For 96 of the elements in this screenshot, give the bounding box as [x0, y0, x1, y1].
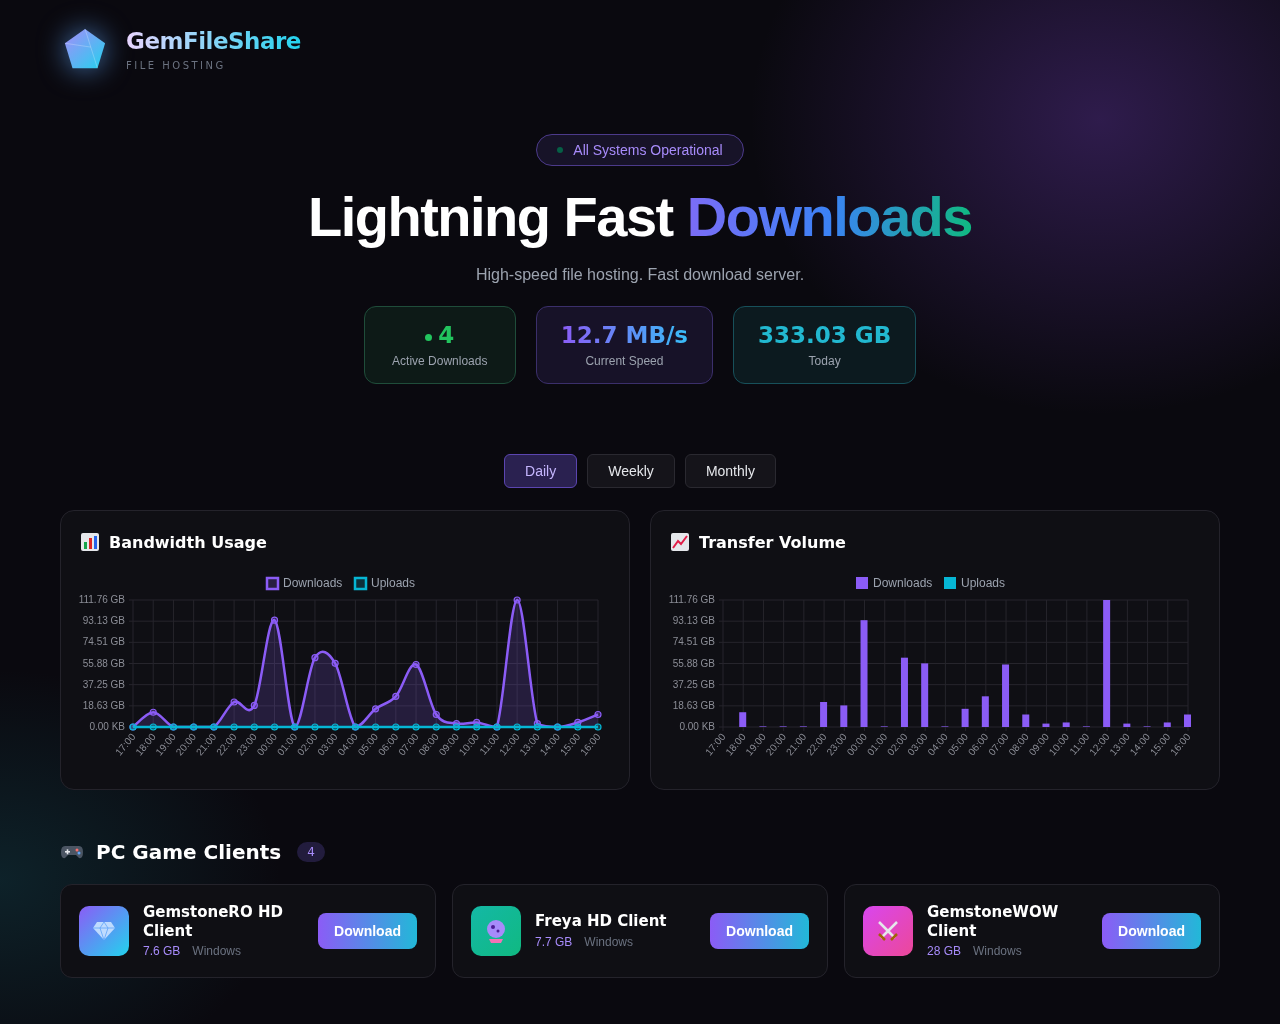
point [574, 722, 582, 731]
point [372, 722, 380, 731]
stat-value: 333.03 GB [758, 321, 892, 348]
point [230, 697, 238, 706]
stat-label: Today [808, 353, 841, 368]
client-name: GemstoneRO HD Client [143, 902, 284, 941]
point [513, 595, 521, 604]
volume-bar [1002, 664, 1010, 727]
volume-bar [961, 708, 969, 727]
y-axis-label: 93.13 GB [82, 614, 125, 626]
point [230, 722, 238, 731]
client-name: Freya HD Client [535, 912, 668, 931]
point [270, 722, 279, 731]
bar-chart-icon [81, 533, 99, 552]
client-name: GemstoneWOW Client [927, 902, 1060, 941]
y-axis-label: 55.88 GB [672, 657, 715, 669]
point [392, 722, 400, 731]
y-axis-label: 37.25 GB [82, 678, 125, 690]
volume-bar [739, 711, 747, 727]
point [311, 653, 319, 661]
point [432, 710, 440, 718]
chart-title: Bandwidth Usage [109, 532, 267, 552]
y-axis-label: 18.63 GB [672, 699, 715, 711]
y-axis-label: 18.63 GB [82, 699, 125, 711]
point [331, 659, 339, 667]
point [594, 722, 602, 731]
point [149, 708, 157, 716]
y-axis-label: 111.76 GB [668, 593, 715, 605]
hero-title: Lightning Fast Downloads [308, 186, 972, 248]
point [412, 660, 420, 668]
section-title: PC Game Clients [96, 839, 282, 864]
legend-item[interactable]: Uploads [353, 575, 416, 590]
diamond-icon [92, 920, 116, 941]
point [473, 722, 481, 731]
stat-value: 4 [438, 321, 455, 348]
platform-label: Windows [584, 934, 634, 949]
point [392, 692, 400, 700]
point [432, 722, 440, 731]
stat-label: Current Speed [585, 353, 664, 368]
y-axis-label: 111.76 GB [78, 593, 125, 605]
volume-bar [1022, 714, 1030, 727]
legend-item[interactable]: Downloads [265, 575, 343, 590]
y-axis-label: 37.25 GB [672, 678, 715, 690]
volume-bar [1123, 723, 1131, 727]
y-axis-label: 0.00 KB [679, 720, 715, 732]
period-tab[interactable]: Daily [504, 453, 578, 488]
point [331, 722, 339, 731]
brand-tagline: FILE HOSTING [126, 59, 227, 71]
point [250, 701, 258, 709]
point [513, 722, 521, 731]
crossed-swords-icon [876, 918, 900, 943]
point [412, 722, 420, 731]
point [452, 722, 461, 731]
volume-bar [1184, 714, 1191, 727]
volume-bar [921, 662, 929, 727]
y-axis-label: 74.51 GB [672, 635, 715, 647]
legend-label: Downloads [283, 575, 343, 590]
active-dot-icon [425, 334, 433, 342]
platform-label: Windows [192, 944, 242, 959]
legend-item[interactable]: Uploads [944, 575, 1006, 590]
point [533, 722, 541, 731]
point [372, 704, 380, 713]
volume-bar [900, 657, 908, 727]
chart-title: Transfer Volume [699, 532, 846, 552]
point [311, 722, 319, 731]
hero-subtitle: High-speed file hosting. Fast download server. [475, 265, 805, 284]
gamepad-icon [60, 843, 84, 860]
legend-label: Downloads [873, 575, 933, 590]
volume-bar [1163, 722, 1171, 727]
y-axis-label: 55.88 GB [82, 657, 125, 669]
platform-label: Windows [973, 944, 1022, 959]
y-axis-label: 0.00 KB [89, 720, 125, 732]
legend-label: Uploads [371, 575, 416, 590]
point [594, 710, 602, 718]
legend-label: Uploads [961, 575, 1006, 590]
stat-label: Active Downloads [392, 353, 488, 368]
y-axis-label: 74.51 GB [82, 635, 125, 647]
volume-bar [1062, 722, 1070, 727]
y-axis-label: 93.13 GB [672, 614, 715, 626]
file-size: 7.7 GB [535, 934, 573, 949]
point [250, 722, 258, 731]
volume-bar [1042, 723, 1050, 727]
trend-chart-icon [671, 533, 689, 552]
crystal-ball-icon [485, 918, 507, 943]
volume-bar [820, 701, 828, 727]
file-size: 28 GB [927, 944, 962, 959]
point [270, 616, 279, 624]
count-badge: 4 [297, 841, 325, 862]
file-size: 7.6 GB [143, 944, 181, 959]
point [149, 722, 157, 731]
volume-bar [981, 695, 989, 727]
status-label: All Systems Operational [573, 142, 723, 158]
legend-item[interactable]: Downloads [856, 575, 933, 590]
period-tab[interactable]: Weekly [587, 453, 675, 488]
volume-bar [840, 705, 848, 727]
period-tab[interactable]: Monthly [684, 453, 776, 488]
